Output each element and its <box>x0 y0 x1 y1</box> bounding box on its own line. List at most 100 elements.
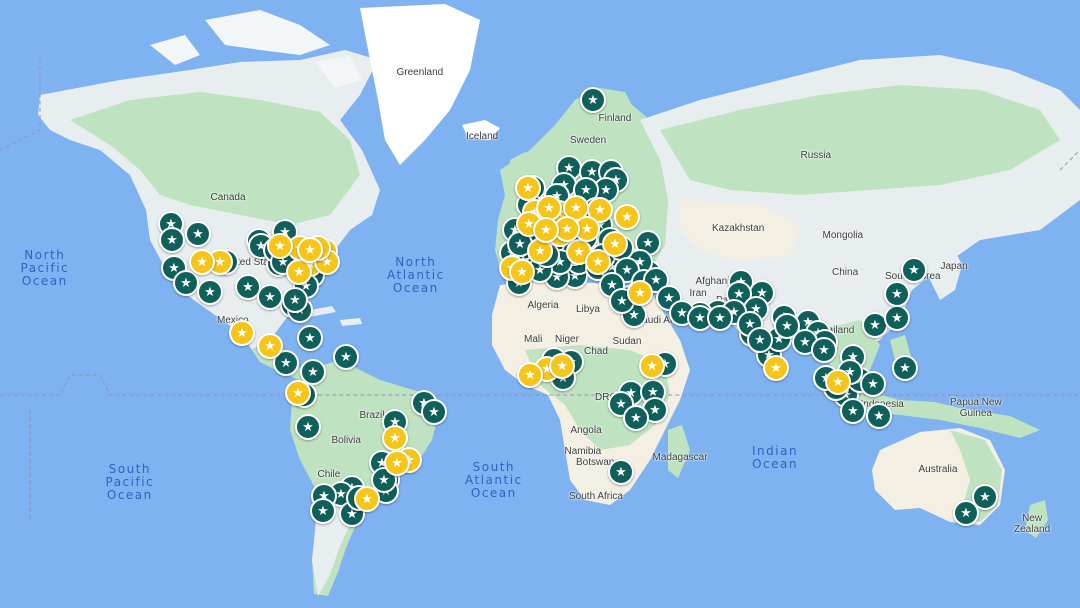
map-marker-green[interactable]: ★ <box>953 500 979 526</box>
map-marker-green[interactable]: ★ <box>892 355 918 381</box>
star-icon: ★ <box>873 408 885 424</box>
star-icon: ★ <box>587 92 599 108</box>
star-icon: ★ <box>292 385 304 401</box>
country-label: China <box>832 266 859 278</box>
map-marker-green[interactable]: ★ <box>884 305 910 331</box>
map-marker-yellow[interactable]: ★ <box>825 369 851 395</box>
star-icon: ★ <box>891 286 903 302</box>
ocean-label: South Pacific Ocean <box>105 461 155 502</box>
map-marker-yellow[interactable]: ★ <box>517 362 543 388</box>
map-marker-yellow[interactable]: ★ <box>297 237 323 263</box>
map-marker-yellow[interactable]: ★ <box>267 233 293 259</box>
star-icon: ★ <box>428 404 440 420</box>
map-marker-green[interactable]: ★ <box>297 325 323 351</box>
star-icon: ★ <box>514 236 526 252</box>
star-icon: ★ <box>378 472 390 488</box>
star-icon: ★ <box>979 489 991 505</box>
country-label: Kazakhstan <box>712 222 765 234</box>
map-marker-green[interactable]: ★ <box>901 257 927 283</box>
map-marker-green[interactable]: ★ <box>860 371 886 397</box>
map-marker-green[interactable]: ★ <box>747 327 773 353</box>
star-icon: ★ <box>543 200 555 216</box>
map-marker-yellow[interactable]: ★ <box>515 175 541 201</box>
star-icon: ★ <box>634 285 646 301</box>
star-icon: ★ <box>621 209 633 225</box>
star-icon: ★ <box>650 272 662 288</box>
country-label: Angola <box>570 424 602 436</box>
star-icon: ★ <box>592 254 604 270</box>
map-marker-yellow[interactable]: ★ <box>614 204 640 230</box>
world-map[interactable]: North Pacific Ocean North Atlantic Ocean S… <box>0 0 1080 608</box>
star-icon: ★ <box>389 430 401 446</box>
country-label: South Africa <box>569 490 623 502</box>
star-icon: ★ <box>293 264 305 280</box>
map-marker-yellow[interactable]: ★ <box>354 486 380 512</box>
map-marker-yellow[interactable]: ★ <box>763 355 789 381</box>
map-marker-green[interactable]: ★ <box>197 279 223 305</box>
map-marker-yellow[interactable]: ★ <box>549 353 575 379</box>
country-label: Mali <box>524 333 543 345</box>
star-icon: ★ <box>960 505 972 521</box>
star-icon: ★ <box>594 202 606 218</box>
country-label: Sweden <box>570 134 607 146</box>
star-icon: ★ <box>646 358 658 374</box>
map-marker-yellow[interactable]: ★ <box>639 353 665 379</box>
star-icon: ★ <box>524 367 536 383</box>
map-marker-yellow[interactable]: ★ <box>533 217 559 243</box>
country-label: Iran <box>689 287 707 299</box>
map-marker-yellow[interactable]: ★ <box>602 231 628 257</box>
map-marker-green[interactable]: ★ <box>282 287 308 313</box>
map-marker-green[interactable]: ★ <box>310 498 336 524</box>
map-marker-yellow[interactable]: ★ <box>229 320 255 346</box>
star-icon: ★ <box>580 182 592 198</box>
star-icon: ★ <box>714 310 726 326</box>
map-marker-green[interactable]: ★ <box>333 344 359 370</box>
map-marker-yellow[interactable]: ★ <box>509 259 535 285</box>
map-marker-green[interactable]: ★ <box>257 284 283 310</box>
map-marker-green[interactable]: ★ <box>608 459 634 485</box>
map-marker-green[interactable]: ★ <box>866 403 892 429</box>
star-icon: ★ <box>166 232 178 248</box>
star-icon: ★ <box>609 236 621 252</box>
star-icon: ★ <box>307 364 319 380</box>
star-icon: ★ <box>867 376 879 392</box>
star-icon: ★ <box>616 293 628 309</box>
star-icon: ★ <box>869 317 881 333</box>
star-icon: ★ <box>832 374 844 390</box>
country-label: Chile <box>317 468 341 480</box>
map-marker-green[interactable]: ★ <box>840 398 866 424</box>
star-icon: ★ <box>891 310 903 326</box>
star-icon: ★ <box>581 221 593 237</box>
map-marker-green[interactable]: ★ <box>884 281 910 307</box>
map-marker-green[interactable]: ★ <box>159 227 185 253</box>
star-icon: ★ <box>615 396 627 412</box>
star-icon: ★ <box>264 338 276 354</box>
map-marker-green[interactable]: ★ <box>173 270 199 296</box>
map-marker-yellow[interactable]: ★ <box>384 450 410 476</box>
map-marker-green[interactable]: ★ <box>580 87 606 113</box>
map-marker-green[interactable]: ★ <box>707 305 733 331</box>
map-marker-yellow[interactable]: ★ <box>627 280 653 306</box>
star-icon: ★ <box>770 360 782 376</box>
star-icon: ★ <box>573 244 585 260</box>
map-marker-green[interactable]: ★ <box>295 414 321 440</box>
map-marker-yellow[interactable]: ★ <box>285 380 311 406</box>
star-icon: ★ <box>799 334 811 350</box>
star-icon: ★ <box>908 262 920 278</box>
map-marker-green[interactable]: ★ <box>623 405 649 431</box>
map-marker-yellow[interactable]: ★ <box>189 249 215 275</box>
star-icon: ★ <box>264 289 276 305</box>
star-icon: ★ <box>818 342 830 358</box>
star-icon: ★ <box>600 182 612 198</box>
country-label: Brazil <box>359 409 385 421</box>
star-icon: ★ <box>561 221 573 237</box>
map-marker-green[interactable]: ★ <box>185 221 211 247</box>
map-marker-yellow[interactable]: ★ <box>257 333 283 359</box>
country-label: Mongolia <box>822 229 864 241</box>
map-marker-green[interactable]: ★ <box>811 337 837 363</box>
country-label: New Zealand <box>1014 513 1051 535</box>
star-icon: ★ <box>540 222 552 238</box>
star-icon: ★ <box>522 180 534 196</box>
map-marker-green[interactable]: ★ <box>421 399 447 425</box>
star-icon: ★ <box>570 200 582 216</box>
